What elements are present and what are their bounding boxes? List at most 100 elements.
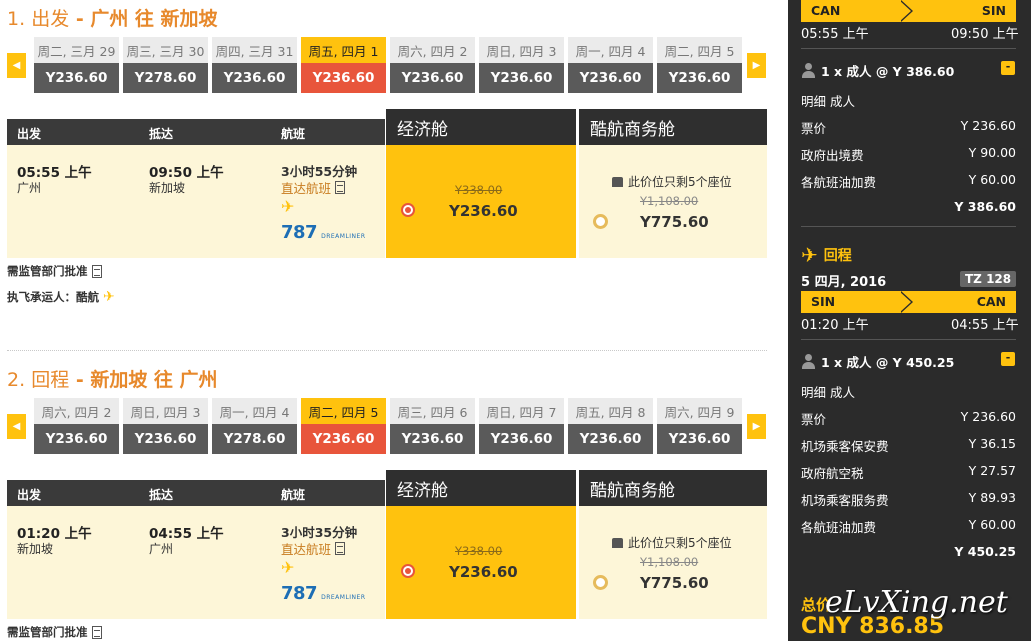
business-old-price: Y1,108.00 [640, 194, 699, 208]
seat-note: 此价位只剩5个座位 [612, 534, 732, 551]
out-arr-time: 09:50 上午 [951, 27, 1019, 42]
date-option[interactable]: 周三, 三月 30 Y278.60 [123, 37, 208, 93]
date-price: Y236.60 [657, 424, 742, 454]
plane-icon: ✈ [281, 197, 295, 216]
return-date: 5 四月, 2016 [801, 275, 887, 290]
header-flight: 航班 [281, 488, 306, 502]
return-next-date-button[interactable]: ▶ [747, 414, 766, 439]
business-radio[interactable] [593, 575, 608, 590]
outbound-flight-row: 05:55 上午 广州 09:50 上午 新加坡 3小时55分钟 直达航班 ✈ … [7, 145, 385, 258]
direct-flight-link[interactable]: 直达航班 [281, 539, 346, 558]
date-option[interactable]: 周三, 四月 6 Y236.60 [390, 398, 475, 454]
return-prev-date-button[interactable]: ◀ [7, 414, 26, 439]
divider [801, 339, 1016, 340]
collapse-toggle-button[interactable]: - [1001, 61, 1015, 75]
out-subtotal: Y 386.60 [954, 199, 1016, 214]
outbound-next-date-button[interactable]: ▶ [747, 53, 766, 78]
date-option[interactable]: 周日, 四月 3 Y236.60 [479, 37, 564, 93]
date-price: Y236.60 [123, 424, 208, 454]
return-title-num: 2. [7, 369, 26, 391]
aircraft-model: 787 [281, 583, 318, 604]
outbound-route-bar: CAN SIN [801, 0, 1016, 22]
return-economy-fare[interactable]: Y338.00 Y236.60 [386, 506, 576, 619]
date-price: Y236.60 [657, 63, 742, 93]
outbound-title-num: 1. [7, 8, 26, 30]
date-price: Y236.60 [212, 63, 297, 93]
header-arrive: 抵达 [149, 127, 174, 141]
economy-price: Y236.60 [449, 202, 518, 220]
arr-time: 04:55 上午 [149, 526, 224, 542]
date-label: 周二, 四月 5 [301, 398, 386, 424]
date-option[interactable]: 周四, 三月 31 Y236.60 [212, 37, 297, 93]
detail-label: 明细 成人 [801, 94, 855, 109]
date-option[interactable]: 周五, 四月 1 Y236.60 [301, 37, 386, 93]
date-price: Y236.60 [479, 424, 564, 454]
fee-value: Y 236.60 [960, 118, 1016, 133]
date-option[interactable]: 周六, 四月 2 Y236.60 [34, 398, 119, 454]
dep-city: 广州 [17, 181, 42, 195]
date-label: 周一, 四月 4 [212, 398, 297, 424]
economy-price: Y236.60 [449, 563, 518, 581]
plane-icon: ✈ [801, 243, 818, 267]
date-label: 周二, 三月 29 [34, 37, 119, 63]
outbound-business-fare[interactable]: 此价位只剩5个座位 Y1,108.00 Y775.60 [579, 145, 767, 258]
aircraft-model: 787 [281, 222, 318, 243]
outbound-economy-fare[interactable]: Y338.00 Y236.60 [386, 145, 576, 258]
ret-dep-time: 01:20 上午 [801, 318, 869, 333]
date-price: Y236.60 [390, 424, 475, 454]
return-title: 2. 回程 - 新加坡 往 广州 [7, 365, 218, 392]
dep-time: 01:20 上午 [17, 526, 92, 542]
return-flight-row: 01:20 上午 新加坡 04:55 上午 广州 3小时35分钟 直达航班 ✈ … [7, 506, 385, 619]
header-depart: 出发 [17, 488, 42, 502]
return-business-fare[interactable]: 此价位只剩5个座位 Y1,108.00 Y775.60 [579, 506, 767, 619]
seat-icon [612, 537, 623, 548]
direct-flight-link[interactable]: 直达航班 [281, 178, 346, 197]
operator-text: 执飞承运人：酷航 [7, 290, 99, 304]
collapse-toggle-button[interactable]: - [1001, 352, 1015, 366]
route-to: SIN [981, 3, 1006, 18]
fee-value: Y 89.93 [968, 490, 1016, 505]
date-option[interactable]: 周二, 四月 5 Y236.60 [657, 37, 742, 93]
ret-arr-time: 04:55 上午 [951, 318, 1019, 333]
outbound-title: 1. 出发 - 广州 往 新加坡 [7, 4, 218, 31]
divider [801, 48, 1016, 49]
outbound-prev-date-button[interactable]: ◀ [7, 53, 26, 78]
date-option[interactable]: 周五, 四月 8 Y236.60 [568, 398, 653, 454]
aircraft-sub: DREAMLINER [321, 594, 366, 601]
document-icon [335, 181, 346, 194]
economy-old-price: Y338.00 [455, 183, 503, 197]
date-option[interactable]: 周日, 四月 3 Y236.60 [123, 398, 208, 454]
ret-passenger-summary: 1 x 成人 @ Y 450.25 [801, 352, 954, 371]
outbound-title-route: - 广州 往 新加坡 [69, 8, 218, 30]
date-option[interactable]: 周二, 四月 5 Y236.60 [301, 398, 386, 454]
document-icon [335, 542, 346, 555]
chevron-fill [899, 0, 911, 22]
date-label: 周六, 四月 2 [34, 398, 119, 424]
ret-subtotal: Y 450.25 [954, 544, 1016, 559]
date-option[interactable]: 周一, 四月 4 Y236.60 [568, 37, 653, 93]
date-label: 周日, 四月 7 [479, 398, 564, 424]
date-label: 周五, 四月 8 [568, 398, 653, 424]
date-label: 周六, 四月 2 [390, 37, 475, 63]
return-approval-note: 需监管部门批准 [7, 624, 102, 640]
economy-radio-selected[interactable] [401, 203, 415, 217]
date-option[interactable]: 周一, 四月 4 Y278.60 [212, 398, 297, 454]
date-price: Y236.60 [568, 424, 653, 454]
economy-radio-selected[interactable] [401, 564, 415, 578]
date-option[interactable]: 周六, 四月 2 Y236.60 [390, 37, 475, 93]
business-price: Y775.60 [640, 213, 709, 231]
date-price: Y236.60 [301, 424, 386, 454]
business-radio[interactable] [593, 214, 608, 229]
date-option[interactable]: 周二, 三月 29 Y236.60 [34, 37, 119, 93]
date-label: 周五, 四月 1 [301, 37, 386, 63]
return-economy-header: 经济舱 [386, 470, 576, 506]
date-option[interactable]: 周六, 四月 9 Y236.60 [657, 398, 742, 454]
outbound-business-header: 酷航商务舱 [579, 109, 767, 145]
divider [801, 226, 1016, 227]
plane-icon: ✈ [281, 558, 295, 577]
return-heading: ✈ 回程 [801, 243, 852, 267]
approval-text: 需监管部门批准 [7, 625, 88, 639]
operator-note: 执飞承运人：酷航 ✈ [7, 289, 115, 305]
date-option[interactable]: 周日, 四月 7 Y236.60 [479, 398, 564, 454]
direct-flight-label: 直达航班 [281, 181, 332, 196]
